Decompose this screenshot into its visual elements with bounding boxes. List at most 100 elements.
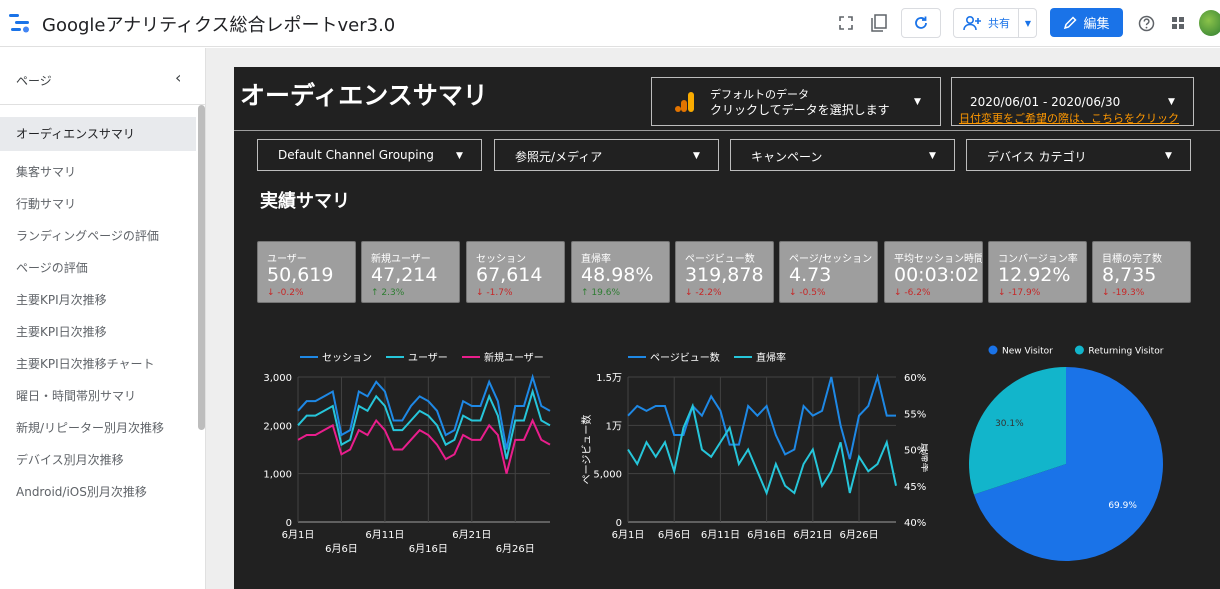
- x-tick-label: 6月21日: [793, 529, 832, 541]
- sidebar-item-new-returning[interactable]: 新規/リピーター別月次推移: [0, 411, 196, 445]
- share-dropdown-icon[interactable]: ▼: [1018, 9, 1037, 37]
- series-line: [627, 373, 896, 460]
- legend-label: New Visitor: [1002, 347, 1053, 357]
- users-sessions-line-chart[interactable]: セッション ユーザー 新規ユーザー 0 1,000 2,000 3,000 6月1日 6月11日…: [258, 345, 568, 560]
- date-change-link[interactable]: 日付変更をご希望の際は、こちらをクリック: [959, 110, 1179, 126]
- x-tick-label: 6月11日: [365, 529, 404, 541]
- x-tick-label: 6月16日: [747, 529, 786, 541]
- sidebar-scrollbar[interactable]: [198, 105, 205, 430]
- sidebar-item-behavior-summary[interactable]: 行動サマリ: [0, 187, 196, 221]
- y-tick-label: 2,000: [263, 421, 292, 432]
- chevron-down-icon: ▼: [693, 151, 700, 161]
- sidebar-item-landing-page[interactable]: ランディングページの評価: [0, 219, 196, 253]
- edit-button[interactable]: 編集: [1050, 8, 1123, 37]
- legend-swatch: [1074, 345, 1084, 355]
- page-navigation-sidebar: ページ ‹ オーディエンスサマリ 集客サマリ 行動サマリ ランディングページの評…: [0, 48, 206, 589]
- filter-channel-grouping[interactable]: Default Channel Grouping ▼: [257, 139, 482, 171]
- pageviews-bounce-line-chart[interactable]: ページビュー数 直帰率05,0001万1.5万40%45%50%55%60%6月1…: [578, 345, 928, 560]
- x-tick-label: 6月16日: [409, 543, 448, 555]
- visitor-type-pie-chart[interactable]: New Visitor Returning Visitor 69.9% 30.1%: [945, 338, 1195, 563]
- legend-label: 直帰率: [756, 351, 786, 364]
- y-tick-label: 0: [616, 518, 622, 529]
- x-tick-label: 6月21日: [452, 529, 491, 541]
- y2-tick-label: 40%: [904, 518, 926, 529]
- filter-source-medium[interactable]: 参照元/メディア ▼: [494, 139, 719, 171]
- report-name[interactable]: Googleアナリティクス総合レポートver3.0: [42, 11, 395, 37]
- pie-slice-label: 30.1%: [995, 419, 1024, 429]
- y-tick-label: 1.5万: [596, 373, 622, 384]
- kpi-card-avg-session-duration[interactable]: 平均セッション時間 00:03:02 ↓ -6.2%: [884, 241, 983, 303]
- y-tick-label: 5,000: [593, 470, 622, 481]
- x-tick-label: 6月11日: [701, 529, 740, 541]
- share-button[interactable]: 共有 ▼: [953, 8, 1037, 38]
- x-tick-label: 6月1日: [612, 529, 645, 541]
- section-title: 実績サマリ: [260, 191, 350, 212]
- legend-label: Returning Visitor: [1088, 347, 1163, 357]
- x-tick-label: 6月6日: [325, 543, 358, 555]
- legend-swatch: [988, 345, 998, 355]
- header-divider: [234, 130, 1220, 131]
- data-source-hint: クリックしてデータを選択します: [710, 103, 890, 117]
- legend-label: ユーザー: [408, 352, 448, 364]
- sidebar-item-kpi-daily[interactable]: 主要KPI日次推移: [0, 315, 196, 349]
- sidebar-title: ページ: [16, 74, 52, 88]
- y2-tick-label: 55%: [904, 409, 926, 420]
- chevron-down-icon: ▼: [456, 151, 463, 161]
- legend-label: 新規ユーザー: [484, 351, 544, 364]
- chevron-down-icon: ▼: [1168, 97, 1175, 107]
- x-tick-label: 6月1日: [282, 529, 315, 541]
- chevron-down-icon: ▼: [1165, 151, 1172, 161]
- add-person-icon: [963, 15, 981, 31]
- data-source-selector[interactable]: デフォルトのデータ クリックしてデータを選択します ▼: [651, 77, 941, 126]
- sidebar-item-page-evaluation[interactable]: ページの評価: [0, 251, 196, 285]
- help-icon[interactable]: [1136, 8, 1156, 38]
- sidebar-item-audience-summary[interactable]: オーディエンスサマリ: [0, 117, 196, 151]
- y-tick-label: 0: [286, 518, 292, 529]
- sidebar-item-acquisition-summary[interactable]: 集客サマリ: [0, 155, 196, 189]
- y2-tick-label: 60%: [904, 373, 926, 384]
- date-range-value: 2020/06/01 - 2020/06/30: [970, 95, 1121, 109]
- kpi-card-conversion-rate[interactable]: コンバージョン率 12.92% ↓ -17.9%: [988, 241, 1087, 303]
- sidebar-item-kpi-monthly[interactable]: 主要KPI月次推移: [0, 283, 196, 317]
- top-bar: Googleアナリティクス総合レポートver3.0 共有 ▼ 編集: [0, 0, 1220, 47]
- kpi-card-users[interactable]: ユーザー 50,619 ↓ -0.2%: [257, 241, 356, 303]
- sidebar-item-kpi-daily-chart[interactable]: 主要KPI日次推移チャート: [0, 347, 196, 381]
- filter-device-category[interactable]: デバイス カテゴリ ▼: [966, 139, 1191, 171]
- data-source-label: デフォルトのデータ: [710, 88, 809, 101]
- y2-axis-title: 直帰率: [919, 443, 928, 473]
- chevron-down-icon: ▼: [929, 151, 936, 161]
- series-line: [297, 418, 551, 474]
- refresh-button[interactable]: [901, 8, 941, 38]
- share-label: 共有: [988, 17, 1010, 30]
- kpi-card-new-users[interactable]: 新規ユーザー 47,214 ↑ 2.3%: [361, 241, 460, 303]
- filter-campaign[interactable]: キャンペーン ▼: [730, 139, 955, 171]
- pie-slice-label: 69.9%: [1108, 501, 1137, 511]
- looker-studio-logo-icon: [9, 14, 29, 33]
- kpi-card-sessions[interactable]: セッション 67,614 ↓ -1.7%: [466, 241, 565, 303]
- kpi-card-bounce-rate[interactable]: 直帰率 48.98% ↑ 19.6%: [571, 241, 670, 303]
- edit-label: 編集: [1083, 17, 1110, 32]
- sidebar-item-android-ios[interactable]: Android/iOS別月次推移: [0, 475, 196, 509]
- y-tick-label: 1万: [606, 421, 622, 432]
- kpi-card-pageviews[interactable]: ページビュー数 319,878 ↓ -2.2%: [675, 241, 774, 303]
- page-title: オーディエンスサマリ: [240, 81, 488, 110]
- copy-report-icon[interactable]: [868, 8, 890, 38]
- sidebar-header: ページ ‹: [0, 48, 205, 105]
- kpi-card-goal-completions[interactable]: 目標の完了数 8,735 ↓ -19.3%: [1092, 241, 1191, 303]
- refresh-icon: [915, 16, 927, 29]
- avatar[interactable]: [1199, 10, 1220, 36]
- y-axis-title: ページビュー数: [580, 415, 593, 485]
- fullscreen-icon[interactable]: [836, 8, 856, 38]
- chevron-down-icon: ▼: [914, 97, 921, 107]
- sidebar-item-weekday-hour[interactable]: 曜日・時間帯別サマリ: [0, 379, 196, 413]
- x-tick-label: 6月26日: [496, 543, 535, 555]
- sidebar-item-device-monthly[interactable]: デバイス別月次推移: [0, 443, 196, 477]
- pencil-icon: [1064, 15, 1078, 29]
- chevron-left-icon[interactable]: ‹: [175, 68, 181, 87]
- kpi-card-pages-per-session[interactable]: ページ/セッション 4.73 ↓ -0.5%: [779, 241, 878, 303]
- apps-grid-icon[interactable]: [1168, 8, 1188, 38]
- legend-label: ページビュー数: [650, 351, 720, 364]
- analytics-bars-icon: [675, 92, 694, 112]
- x-tick-label: 6月6日: [658, 529, 691, 541]
- date-range-selector[interactable]: 2020/06/01 - 2020/06/30 ▼ 日付変更をご希望の際は、こち…: [951, 77, 1194, 126]
